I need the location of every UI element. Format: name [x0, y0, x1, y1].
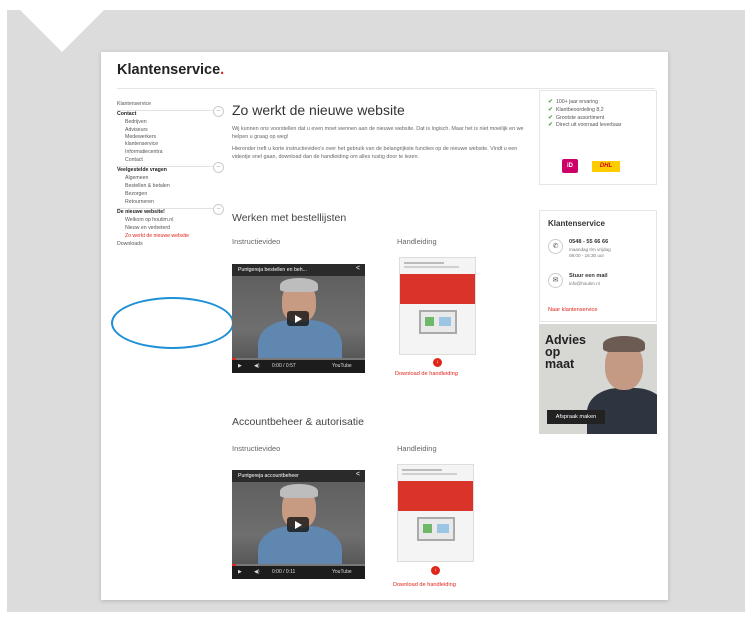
play-small-icon[interactable]: ▶ — [238, 566, 242, 579]
play-icon[interactable] — [287, 311, 309, 326]
video-player[interactable]: Puntgereja accountbeheer < ▶ ◀) 0:00 / 0… — [232, 470, 365, 579]
video-player[interactable]: Puntgereja bestellen en beh... < ▶ ◀) 0:… — [232, 264, 365, 373]
nav-divider — [117, 166, 213, 167]
video-controls: ▶ ◀) 0:00 / 0:11 YouTube — [232, 566, 365, 579]
phone-icon: ✆ — [548, 239, 563, 254]
nav-heading-contact[interactable]: Contact — [117, 110, 227, 118]
nav-item-retourneren[interactable]: Retourneren — [117, 198, 227, 206]
collapse-toggle-icon[interactable]: – — [213, 106, 224, 117]
video-label: Instructievideo — [232, 237, 281, 246]
collapse-toggle-icon[interactable]: – — [213, 204, 224, 215]
nav-item-adviseurs[interactable]: Adviseurs — [117, 126, 227, 134]
nav-heading-faq[interactable]: Veelgestelde vragen — [117, 166, 227, 174]
webpage: Klantenservice. Klantenservice – Contact… — [101, 52, 668, 600]
mail-icon: ✉ — [548, 273, 563, 288]
nav-item-welkom[interactable]: Welkom op houtim.nl — [117, 216, 227, 224]
contact-box-title: Klantenservice — [548, 219, 605, 228]
presenter-hair — [280, 278, 318, 292]
brand-text: Klantenservice — [117, 62, 221, 78]
download-manual-link[interactable]: Download de handleiding — [393, 582, 456, 588]
intro-paragraph-2: Hieronder treft u korte instructievideo'… — [232, 146, 518, 160]
phone-number[interactable]: 0548 - 55 66 66 — [569, 239, 608, 245]
intro-paragraph: Wij kunnen ons voorstellen dat u even mo… — [232, 126, 524, 140]
section-heading-accountbeheer: Accountbeheer & autorisatie — [232, 416, 364, 428]
advisor-hair — [603, 336, 645, 352]
video-title: Puntgereja bestellen en beh... — [232, 264, 365, 276]
laptop-illustration — [417, 517, 455, 541]
nav-section-faq: – Veelgestelde vragen Algemeen Bestellen… — [117, 162, 227, 206]
title-divider — [117, 88, 655, 89]
advice-title: Advies op maat — [545, 333, 586, 371]
usp-item: ✔ 100+ jaar ervaring — [548, 99, 598, 105]
nav-section-new-website: – De nieuwe website! Welkom op houtim.nl… — [117, 204, 227, 240]
nav-heading-new-website[interactable]: De nieuwe website! — [117, 208, 227, 216]
youtube-icon[interactable]: YouTube — [332, 360, 352, 373]
youtube-icon[interactable]: YouTube — [332, 566, 352, 579]
main-content: Zo werkt de nieuwe website Wij kunnen on… — [232, 100, 532, 161]
video-time: 0:00 / 0:57 — [272, 363, 296, 369]
play-icon[interactable] — [287, 517, 309, 532]
video-title: Puntgereja accountbeheer — [232, 470, 365, 482]
collapse-toggle-icon[interactable]: – — [213, 162, 224, 173]
ideal-logo: iD — [562, 159, 578, 173]
manual-thumbnail[interactable] — [397, 464, 474, 562]
video-time: 0:00 / 0:11 — [272, 569, 296, 575]
contact-link[interactable]: Naar klantenservice — [548, 307, 597, 313]
contact-box: Klantenservice ✆ 0548 - 55 66 66 maandag… — [539, 210, 657, 322]
nav-item-medewerkers[interactable]: Medewerkers klantenservice — [117, 134, 177, 147]
nav-item-contact[interactable]: Contact — [117, 156, 227, 164]
nav-divider — [117, 110, 213, 111]
dhl-logo: DHL — [592, 161, 620, 172]
nav-item-downloads[interactable]: Downloads — [117, 240, 227, 248]
phone-hours-2: 08:00 - 16:30 uur — [569, 253, 604, 258]
share-icon[interactable]: < — [356, 265, 360, 272]
play-small-icon[interactable]: ▶ — [238, 360, 242, 373]
volume-icon[interactable]: ◀) — [254, 566, 260, 579]
section-heading-bestellijsten: Werken met bestellijsten — [232, 212, 347, 224]
check-icon: ✔ — [548, 107, 554, 113]
usp-item: ✔ Direct uit voorraad leverbaar — [548, 122, 622, 128]
nav-item-klantenservice[interactable]: Klantenservice — [117, 100, 227, 108]
nav-item-zo-werkt[interactable]: Zo werkt de nieuwe website — [117, 232, 227, 240]
make-appointment-button[interactable]: Afspraak maken — [547, 410, 605, 424]
sidebar-nav: Klantenservice – Contact Bedrijven Advis… — [117, 98, 227, 248]
check-icon: ✔ — [548, 122, 554, 128]
page-title: Klantenservice. — [117, 62, 224, 78]
video-controls: ▶ ◀) 0:00 / 0:57 YouTube — [232, 360, 365, 373]
highlight-circle — [111, 297, 234, 349]
laptop-illustration — [419, 310, 457, 334]
download-manual-link[interactable]: Download de handleiding — [395, 371, 458, 377]
advice-banner[interactable]: Advies op maat Afspraak maken — [539, 324, 657, 434]
nav-item-bestellen[interactable]: Bestellen & betalen — [117, 182, 227, 190]
speech-notch — [20, 10, 104, 52]
nav-section-contact: – Contact Bedrijven Adviseurs Medewerker… — [117, 106, 227, 164]
manual-label: Handleiding — [397, 444, 437, 453]
mail-address[interactable]: info@houtim.nl — [569, 281, 600, 287]
share-icon[interactable]: < — [356, 471, 360, 478]
nav-item-bedrijven[interactable]: Bedrijven — [117, 118, 227, 126]
pdf-icon[interactable]: ↓ — [431, 566, 440, 575]
usp-box: ✔ 100+ jaar ervaring ✔ Klantbeoordeling 8,… — [539, 90, 657, 185]
video-label: Instructievideo — [232, 444, 281, 453]
manual-thumbnail[interactable] — [399, 257, 476, 355]
mail-title[interactable]: Stuur een mail — [569, 273, 608, 279]
usp-item: ✔ Grootste assortiment — [548, 115, 605, 121]
volume-icon[interactable]: ◀) — [254, 360, 260, 373]
check-icon: ✔ — [548, 99, 554, 105]
pdf-icon[interactable]: ↓ — [433, 358, 442, 367]
nav-item-algemeen[interactable]: Algemeen — [117, 174, 227, 182]
usp-item: ✔ Klantbeoordeling 8,2 — [548, 107, 604, 113]
nav-item-informatiecentra[interactable]: Informatiecentra — [117, 148, 227, 156]
manual-label: Handleiding — [397, 237, 437, 246]
check-icon: ✔ — [548, 115, 554, 121]
presenter-hair — [280, 484, 318, 498]
main-heading: Zo werkt de nieuwe website — [232, 102, 405, 118]
nav-item-nieuw[interactable]: Nieuw en verbeterd — [117, 224, 227, 232]
brand-dot: . — [220, 62, 225, 78]
nav-divider — [117, 208, 213, 209]
nav-item-bezorgen[interactable]: Bezorgen — [117, 190, 227, 198]
